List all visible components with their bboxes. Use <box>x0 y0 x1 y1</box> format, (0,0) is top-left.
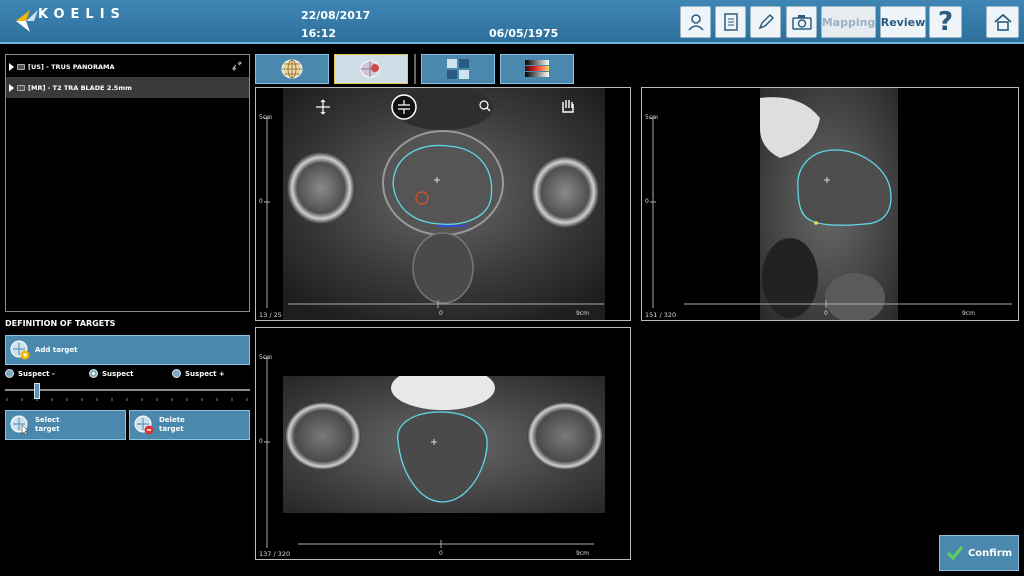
report-button[interactable] <box>715 6 746 38</box>
vertical-scale <box>264 117 270 308</box>
expand-arrow-icon[interactable] <box>9 83 14 92</box>
delete-label-line2: target <box>159 425 184 433</box>
radio-dot[interactable] <box>89 369 98 378</box>
suspicion-level-radios: Suspect - Suspect Suspect + <box>5 369 250 381</box>
slider-thumb[interactable] <box>34 383 40 399</box>
mapping-button[interactable]: Mapping <box>821 6 876 38</box>
select-label-line2: target <box>35 425 60 433</box>
radio-dot[interactable] <box>5 369 14 378</box>
radio-suspect-plus[interactable]: Suspect + <box>172 369 225 378</box>
colormap-icon <box>525 60 549 77</box>
slice-counter: 13 / 25 <box>259 311 282 319</box>
series-icon <box>17 63 25 70</box>
edit-icon <box>758 13 774 30</box>
add-target-button[interactable]: Add target <box>5 335 250 365</box>
horizontal-scale-max: 9cm <box>576 310 589 317</box>
delete-label-line1: Delete <box>159 416 185 424</box>
link-icon[interactable] <box>231 60 243 72</box>
add-target-label: Add target <box>35 346 78 354</box>
add-target-icon <box>10 340 30 360</box>
top-bar: KOELIS 22/08/2017 16:12 06/05/1975 Mappi… <box>0 0 1024 44</box>
vertical-scale-max: 5cm <box>645 114 658 121</box>
brand-name: KOELIS <box>38 7 126 22</box>
help-button[interactable]: ? <box>929 6 962 38</box>
series-item-mr[interactable]: [MR] - T2 TRA BLADE 2.5mm <box>6 77 249 98</box>
targets-title: DEFINITION OF TARGETS <box>5 319 116 328</box>
review-button[interactable]: Review <box>880 6 926 38</box>
confirm-label: Confirm <box>967 547 1013 559</box>
horizontal-scale <box>298 540 594 548</box>
radio-suspect[interactable]: Suspect <box>89 369 133 378</box>
axial-view[interactable]: 5cm 0 0 9cm 13 / 25 <box>255 87 631 321</box>
confirm-button[interactable]: Confirm <box>939 535 1019 571</box>
exam-time: 16:12 <box>301 27 337 40</box>
coronal-view[interactable]: 5cm 0 0 9cm 137 / 320 <box>255 327 631 560</box>
slider-track[interactable] <box>5 389 250 391</box>
series-icon <box>17 84 25 91</box>
toolbar-separator <box>414 54 416 84</box>
patient-button[interactable] <box>680 6 711 38</box>
coronal-mri-image[interactable] <box>283 376 605 513</box>
horizontal-scale-zero: 0 <box>439 550 443 557</box>
series-item-us[interactable]: [US] - TRUS PANORAMA <box>6 56 249 77</box>
series-list: [US] - TRUS PANORAMA [MR] - T2 TRA BLADE… <box>5 54 250 312</box>
vertical-scale-zero: 0 <box>259 438 263 445</box>
vertical-scale-zero: 0 <box>645 198 649 205</box>
vertical-scale <box>264 357 270 548</box>
view-targets-button[interactable] <box>334 54 408 84</box>
layout-grid-icon <box>447 59 469 79</box>
home-button[interactable] <box>986 6 1019 38</box>
sagittal-view[interactable]: 5cm 0 0 9cm 151 / 320 <box>641 87 1019 321</box>
vertical-scale-max: 5cm <box>259 354 272 361</box>
horizontal-scale-max: 9cm <box>962 310 975 317</box>
patient-icon <box>687 14 704 31</box>
radio-label: Suspect <box>102 369 134 378</box>
horizontal-scale <box>288 300 604 308</box>
checkmark-icon <box>946 546 964 561</box>
select-label-line1: Select <box>35 416 60 424</box>
contrast-button[interactable] <box>500 54 574 84</box>
slice-counter: 151 / 320 <box>645 311 677 319</box>
delete-target-button[interactable]: Delete target <box>129 410 250 440</box>
vertical-scale-zero: 0 <box>259 198 263 205</box>
delete-target-icon <box>134 415 154 435</box>
horizontal-scale-zero: 0 <box>824 310 828 317</box>
vertical-scale <box>650 117 656 308</box>
slider-ticks <box>6 398 248 401</box>
exam-date: 22/08/2017 <box>301 9 371 22</box>
horizontal-scale-zero: 0 <box>439 310 443 317</box>
series-label: [US] - TRUS PANORAMA <box>28 62 115 71</box>
select-target-button[interactable]: Select target <box>5 410 126 440</box>
vertical-scale-max: 5cm <box>259 114 272 121</box>
report-icon <box>723 13 738 31</box>
slice-counter: 137 / 320 <box>259 550 291 558</box>
horizontal-scale <box>684 300 1012 308</box>
sagittal-mri-image[interactable] <box>760 88 898 320</box>
radio-suspect-minus[interactable]: Suspect - <box>5 369 55 378</box>
snapshot-button[interactable] <box>786 6 817 38</box>
expand-arrow-icon[interactable] <box>9 62 14 71</box>
globe-icon <box>281 59 303 79</box>
series-label: [MR] - T2 TRA BLADE 2.5mm <box>28 83 132 92</box>
horizontal-scale-max: 9cm <box>576 550 589 557</box>
target-globe-icon <box>360 60 380 78</box>
camera-icon <box>791 15 812 30</box>
view-3d-button[interactable] <box>255 54 329 84</box>
radio-dot[interactable] <box>172 369 181 378</box>
home-icon <box>993 13 1012 31</box>
layout-button[interactable] <box>421 54 495 84</box>
radio-label: Suspect - <box>18 369 55 378</box>
edit-button[interactable] <box>750 6 781 38</box>
radio-label: Suspect + <box>185 369 225 378</box>
axial-mri-image[interactable] <box>283 88 605 320</box>
select-target-icon <box>10 415 29 436</box>
patient-birth-date: 06/05/1975 <box>489 27 559 40</box>
window-level-icon[interactable] <box>391 94 417 120</box>
